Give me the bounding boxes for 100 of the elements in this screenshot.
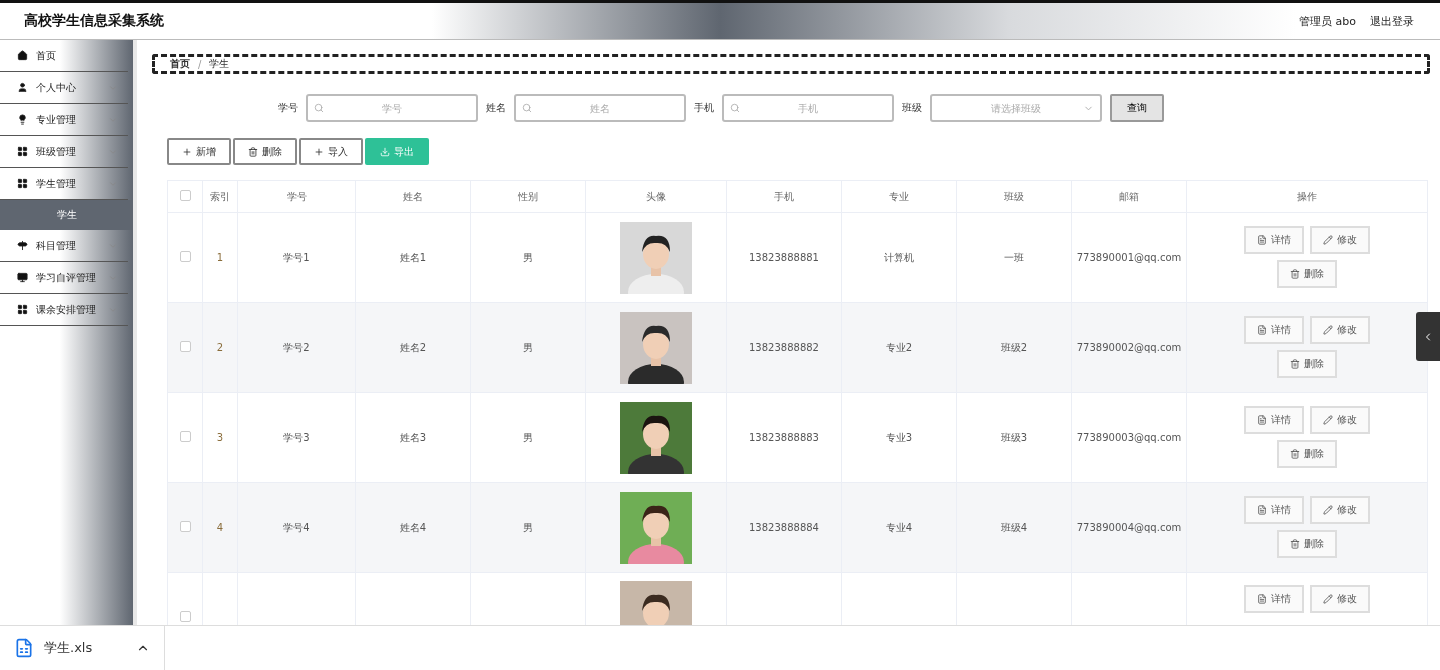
action-button[interactable]: 修改 [1310,226,1370,254]
table-cell: 专业2 [841,302,957,393]
menu-item[interactable]: 学习自评管理 [0,262,128,294]
table-cell: 773890003@qq.com [1071,392,1187,483]
menu-item[interactable]: 个人中心 [0,72,128,104]
pencil-icon [1323,415,1333,425]
menu-item[interactable]: 班级管理 [0,136,128,168]
table-cell: 13823888881 [726,212,842,303]
toolbar-button[interactable]: 新增 [167,138,231,165]
pencil-icon [1323,505,1333,515]
menu-item[interactable]: 科目管理 [0,230,128,262]
checkbox[interactable] [179,521,191,532]
checkbox[interactable] [179,190,191,201]
table-cell: 773890004@qq.com [1071,482,1187,573]
table-cell: 男 [470,212,586,303]
home-icon [17,50,28,61]
table-cell: 学号2 [237,302,356,393]
trash-icon [1290,449,1300,459]
table-cell: 专业3 [841,392,957,483]
action-button[interactable]: 修改 [1310,316,1370,344]
document-icon [1257,594,1267,604]
action-button[interactable]: 详情 [1244,226,1304,254]
column-header: 专业 [841,180,957,213]
checkbox[interactable] [179,251,191,262]
bulb-icon [17,114,28,125]
search-field[interactable]: 学号 [306,94,478,122]
table-cell: 4 [202,482,238,573]
table-cell: 13823888882 [726,302,842,393]
action-button[interactable]: 修改 [1310,406,1370,434]
trash-icon [1290,359,1300,369]
checkbox[interactable] [179,431,191,442]
column-header: 性别 [470,180,586,213]
document-icon [1257,235,1267,245]
table-cell: 计算机 [841,212,957,303]
table-cell: 男 [470,392,586,483]
field-label: 手机 [694,101,714,115]
toolbar-button[interactable]: 删除 [233,138,297,165]
action-button[interactable]: 删除 [1277,350,1337,378]
table-cell: 姓名1 [355,212,471,303]
collapse-tab[interactable] [1416,312,1440,361]
search-field[interactable]: 手机 [722,94,894,122]
action-button[interactable]: 删除 [1277,260,1337,288]
action-button[interactable]: 详情 [1244,585,1304,613]
table-cell: 姓名3 [355,392,471,483]
submenu-item[interactable]: 学生 [0,200,133,230]
pencil-icon [1323,235,1333,245]
table-cell: 班级4 [956,482,1072,573]
search-field[interactable]: 姓名 [514,94,686,122]
download-icon [380,146,390,157]
table-cell: 专业4 [841,482,957,573]
signpost-icon [17,240,28,251]
app-title: 高校学生信息采集系统 [24,12,164,30]
table-cell: 3 [202,392,238,483]
checkbox[interactable] [179,341,191,352]
search-icon [730,103,740,113]
breadcrumb-link[interactable]: 学生 [209,57,230,71]
action-button[interactable]: 修改 [1310,585,1370,613]
document-icon [1257,505,1267,515]
field-label: 班级 [902,101,922,115]
column-header: 学号 [237,180,356,213]
document-icon [1257,415,1267,425]
plus-icon [182,146,192,157]
action-button[interactable]: 详情 [1244,316,1304,344]
table-cell: 学号4 [237,482,356,573]
menu-item[interactable]: 专业管理 [0,104,128,136]
checkbox[interactable] [179,611,191,622]
table-cell: 班级2 [956,302,1072,393]
file-icon [14,638,34,658]
table-cell: 773890002@qq.com [1071,302,1187,393]
menu-item[interactable]: 课余安排管理 [0,294,128,326]
action-button[interactable]: 修改 [1310,496,1370,524]
trash-icon [248,146,258,157]
breadcrumb-link[interactable]: 首页 [170,57,190,71]
grid-icon [17,146,28,157]
table-cell: 一班 [956,212,1072,303]
column-header: 邮箱 [1071,180,1187,213]
table-cell: 男 [470,302,586,393]
breadcrumb-separator: / [198,58,202,70]
column-header: 头像 [585,180,727,213]
grid-icon [17,304,28,315]
toolbar-button[interactable]: 导入 [299,138,363,165]
table-cell: 姓名2 [355,302,471,393]
plus-icon [314,146,324,157]
action-button[interactable]: 删除 [1277,440,1337,468]
menu-item[interactable]: 首页 [0,40,128,72]
pencil-icon [1323,325,1333,335]
table-cell: 773890001@qq.com [1071,212,1187,303]
column-header: 手机 [726,180,842,213]
logout-link[interactable]: 退出登录 [1370,13,1414,29]
action-button[interactable]: 详情 [1244,406,1304,434]
action-button[interactable]: 删除 [1277,530,1337,558]
query-button[interactable]: 查询 [1110,94,1164,122]
download-item[interactable]: 学生.xls [0,626,165,670]
field-label: 学号 [278,101,298,115]
table-cell: 学号3 [237,392,356,483]
table-cell: 姓名4 [355,482,471,573]
table-cell: 学号1 [237,212,356,303]
action-button[interactable]: 详情 [1244,496,1304,524]
table-cell: 2 [202,302,238,393]
class-select[interactable]: 请选择班级 [930,94,1102,122]
